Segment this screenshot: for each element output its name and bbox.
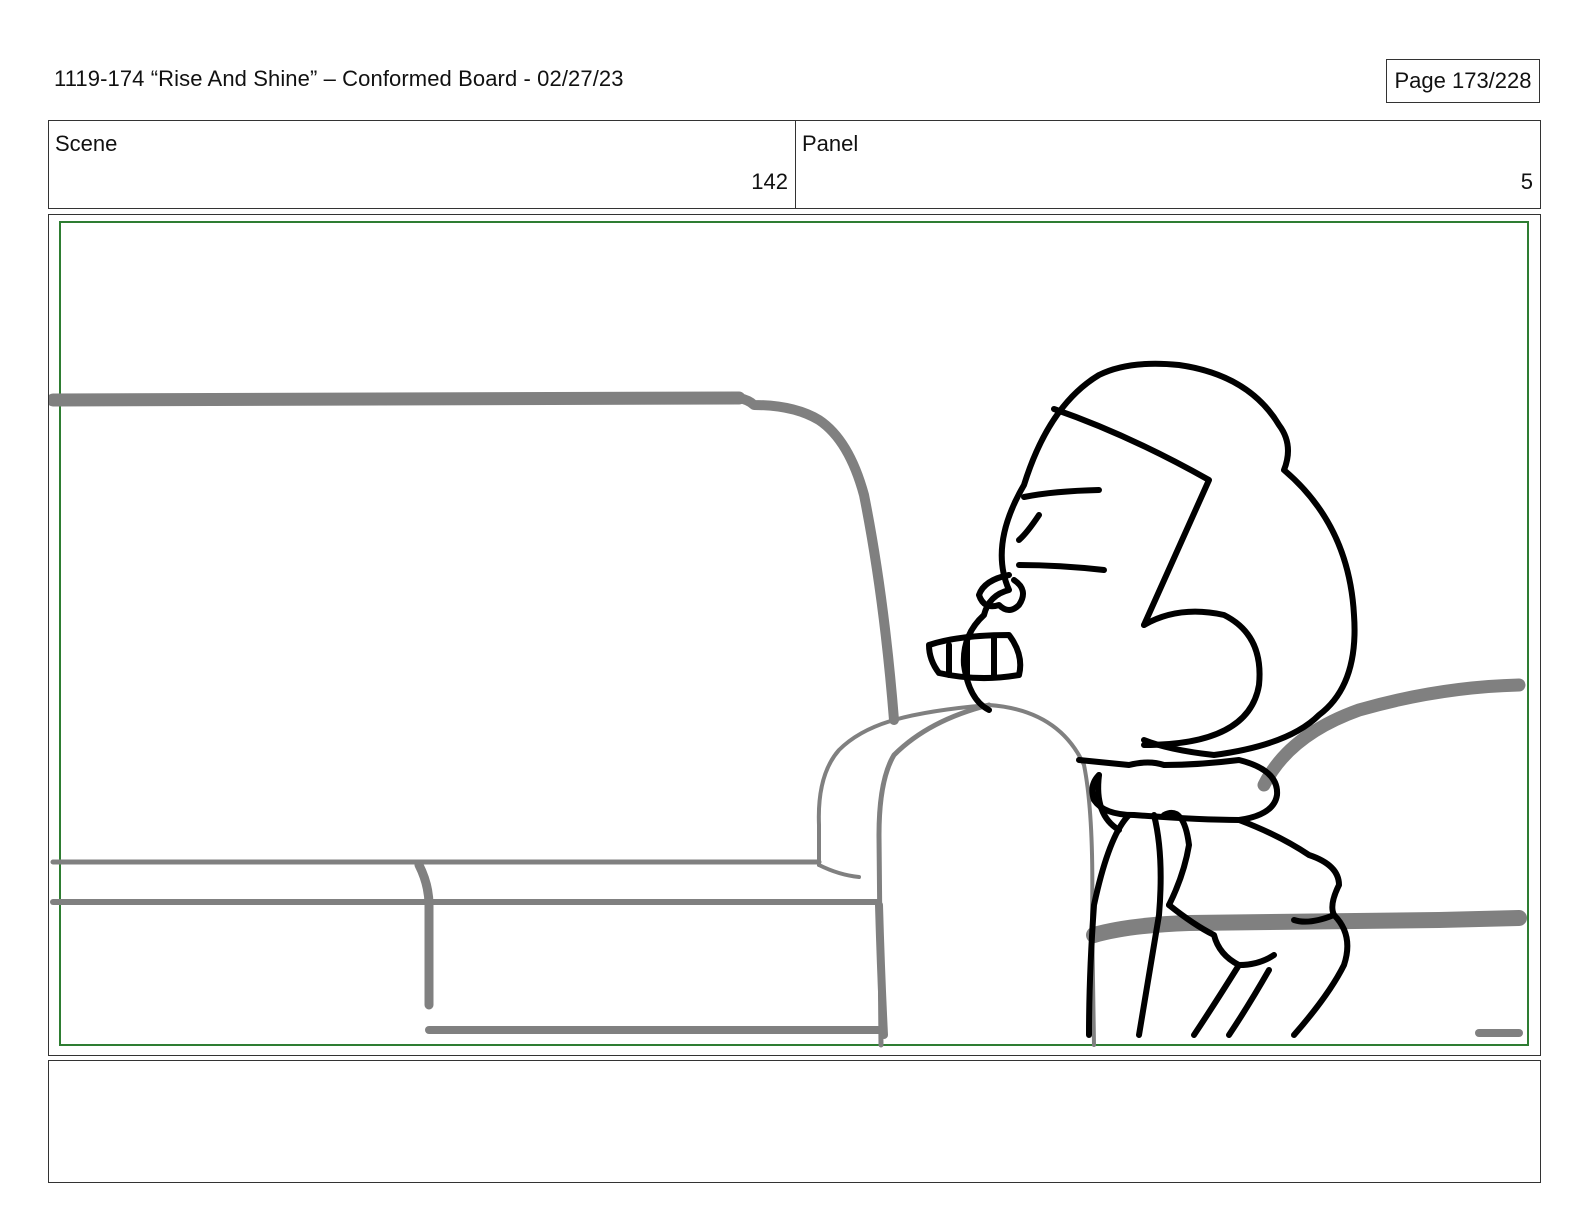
scene-panel-info: Scene 142 Panel 5 xyxy=(48,120,1541,209)
document-title: 1119-174 “Rise And Shine” – Conformed Bo… xyxy=(54,66,624,91)
storyboard-drawing xyxy=(49,221,1529,1048)
couch-sketch xyxy=(49,391,1527,1048)
notes-box xyxy=(48,1060,1541,1183)
character-sketch xyxy=(926,360,1358,1038)
panel-number: 5 xyxy=(1520,169,1533,194)
storyboard-frame xyxy=(48,214,1541,1056)
scene-label: Scene xyxy=(55,131,118,156)
scene-cell: Scene 142 xyxy=(49,121,796,208)
scene-number: 142 xyxy=(751,169,788,194)
panel-label: Panel xyxy=(802,131,859,156)
panel-cell: Panel 5 xyxy=(796,121,1540,208)
page-number: Page 173/228 xyxy=(1386,59,1540,103)
